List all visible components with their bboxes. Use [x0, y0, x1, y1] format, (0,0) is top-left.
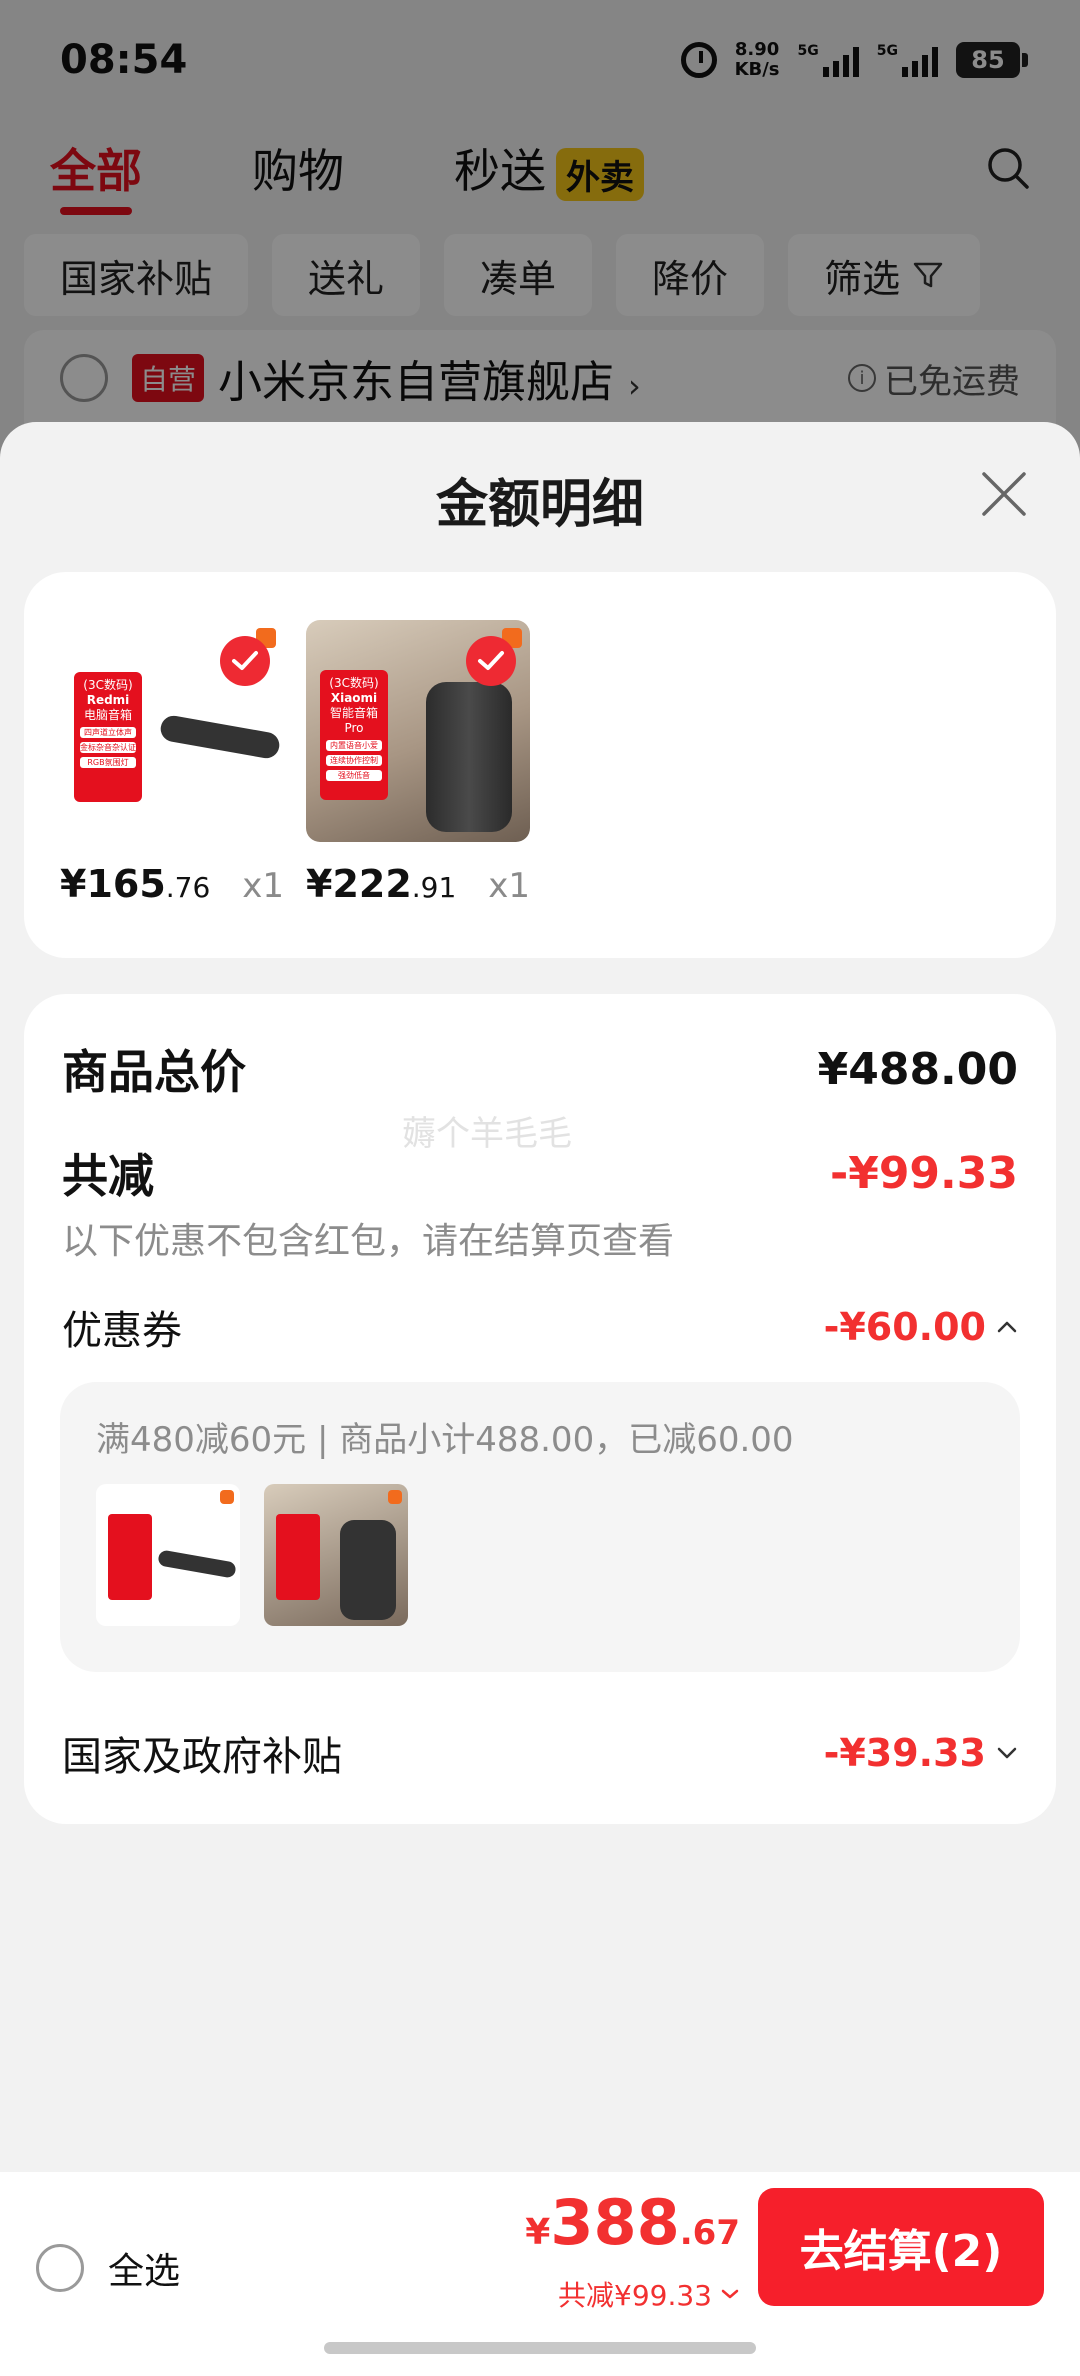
discount-row: 共减 -¥99.33: [62, 1140, 1018, 1206]
final-price: ¥388.67: [525, 2188, 740, 2274]
product-price: ¥222.91: [306, 862, 456, 906]
discount-label: 共减: [62, 1149, 154, 1203]
amount-detail-card: 商品总价 ¥488.00 薅个羊毛毛 共减 -¥99.33 以下优惠不包含红包，…: [24, 994, 1056, 1824]
total-price-row: 商品总价 ¥488.00: [62, 1036, 1018, 1102]
close-icon[interactable]: [980, 470, 1028, 518]
subsidy-amount: -¥39.33: [823, 1731, 986, 1775]
product-price: ¥165.76: [60, 862, 210, 906]
home-indicator[interactable]: [324, 2342, 756, 2354]
total-price-label: 商品总价: [62, 1045, 246, 1099]
checkmark-icon: [466, 636, 516, 686]
subsidy-row[interactable]: 国家及政府补贴 -¥39.33: [62, 1724, 1018, 1782]
product-label-card: (3C数码) Redmi 电脑音箱 四声道立体声 金标杂音杂认证 RGB氛围灯: [74, 672, 142, 802]
label-pill: 四声道立体声: [80, 727, 136, 738]
product-item[interactable]: (3C数码) Xiaomi 智能音箱 Pro 内置语音小爱 连续协作控制 强劲低…: [306, 620, 530, 906]
coupon-row[interactable]: 优惠券 -¥60.00: [62, 1298, 1018, 1356]
mi-logo-icon: [388, 1490, 402, 1504]
coupon-product-thumb-redmi: [96, 1484, 240, 1626]
price-integer: 388: [550, 2186, 680, 2259]
mi-logo-icon: [220, 1490, 234, 1504]
label-line: 电脑音箱: [83, 708, 132, 722]
price-currency: ¥: [525, 2212, 551, 2253]
coupon-value: -¥60.00: [824, 1305, 1018, 1349]
total-price-value: ¥488.00: [817, 1043, 1018, 1095]
select-all-label: 全选: [108, 2251, 181, 2292]
coupon-detail-box: 满480减60元 | 商品小计488.00，已减60.00: [60, 1382, 1020, 1672]
select-all-radio[interactable]: [36, 2244, 84, 2292]
select-all-toggle[interactable]: 全选: [36, 2242, 180, 2294]
label-pill: RGB氛围灯: [80, 757, 136, 768]
speaker-graphic: [426, 682, 512, 832]
label-pill: 强劲低音: [326, 770, 382, 781]
discount-summary: 共减¥99.33: [558, 2279, 712, 2312]
soundbar-graphic: [158, 713, 282, 761]
coupon-label: 优惠券: [62, 1308, 182, 1354]
price-decimal: .67: [679, 2213, 740, 2253]
chevron-up-icon: [997, 1321, 1017, 1333]
discount-summary-toggle[interactable]: 共减¥99.33: [525, 2274, 740, 2314]
label-line: (3C数码): [329, 676, 379, 690]
label-line: (3C数码): [83, 678, 133, 692]
chevron-down-icon: [721, 2289, 739, 2299]
product-image-redmi-speaker: (3C数码) Redmi 电脑音箱 四声道立体声 金标杂音杂认证 RGB氛围灯: [60, 620, 284, 842]
label-pill: 金标杂音杂认证: [80, 742, 136, 753]
checkout-button[interactable]: 去结算(2): [758, 2188, 1044, 2306]
subsidy-label: 国家及政府补贴: [62, 1734, 342, 1780]
label-pill: 连续协作控制: [326, 755, 382, 766]
product-image-xiaomi-speaker: (3C数码) Xiaomi 智能音箱 Pro 内置语音小爱 连续协作控制 强劲低…: [306, 620, 530, 842]
total-summary: ¥388.67 共减¥99.33: [525, 2188, 740, 2314]
sheet-title: 金额明细: [435, 475, 644, 535]
coupon-amount: -¥60.00: [823, 1305, 986, 1349]
label-line: 智能音箱 Pro: [329, 706, 378, 735]
products-card: (3C数码) Redmi 电脑音箱 四声道立体声 金标杂音杂认证 RGB氛围灯 …: [24, 572, 1056, 958]
chevron-down-icon: [997, 1747, 1017, 1759]
subsidy-value: -¥39.33: [824, 1731, 1018, 1775]
product-quantity: x1: [242, 866, 284, 906]
label-pill: 内置语音小爱: [326, 740, 382, 751]
price-integer: ¥165: [60, 862, 166, 906]
coupon-detail-text: 满480减60元 | 商品小计488.00，已减60.00: [96, 1420, 794, 1460]
price-decimal: .76: [165, 871, 211, 904]
discount-value: -¥99.33: [829, 1147, 1018, 1199]
coupon-product-thumb-xiaomi: [264, 1484, 408, 1626]
product-item[interactable]: (3C数码) Redmi 电脑音箱 四声道立体声 金标杂音杂认证 RGB氛围灯 …: [60, 620, 284, 906]
price-integer: ¥222: [306, 862, 412, 906]
label-line: Redmi: [86, 693, 130, 707]
price-decimal: .91: [411, 871, 457, 904]
amount-detail-sheet: 金额明细 (3C数码) Redmi 电脑音箱 四声道立体声 金标杂音杂认证 RG…: [0, 422, 1080, 2172]
product-quantity: x1: [488, 866, 530, 906]
product-label-card: (3C数码) Xiaomi 智能音箱 Pro 内置语音小爱 连续协作控制 强劲低…: [320, 670, 388, 800]
discount-note: 以下优惠不包含红包，请在结算页查看: [62, 1221, 675, 1262]
label-line: Xiaomi: [330, 691, 378, 705]
checkmark-icon: [220, 636, 270, 686]
